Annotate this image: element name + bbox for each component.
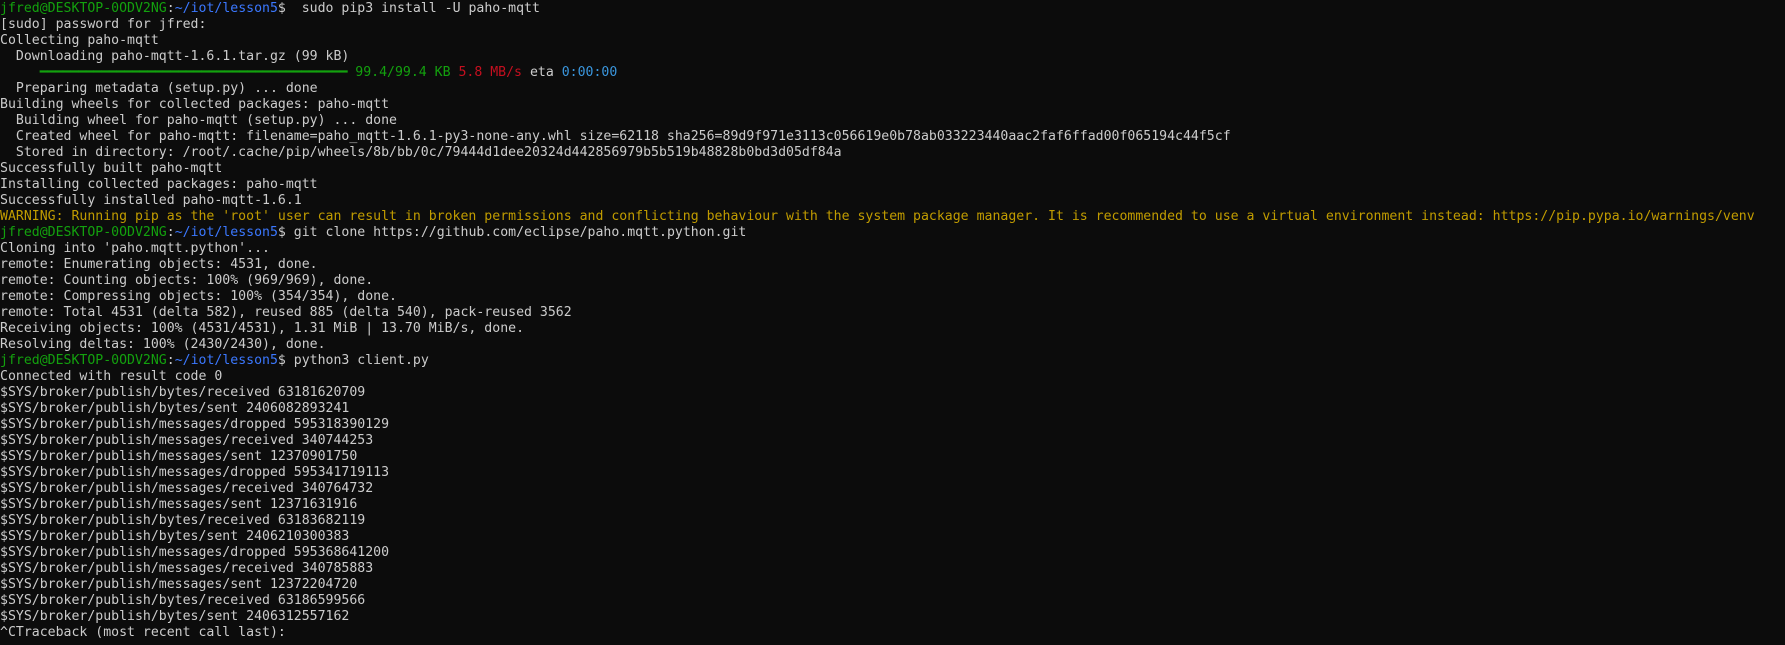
- terminal-text: $SYS/broker/publish/bytes/sent 240631255…: [0, 609, 350, 624]
- terminal-text: Resolving deltas: 100% (2430/2430), done…: [0, 337, 326, 352]
- terminal-line: Downloading paho-mqtt-1.6.1.tar.gz (99 k…: [0, 49, 1785, 65]
- terminal-line: jfred@DESKTOP-0ODV2NG:~/iot/lesson5$ git…: [0, 225, 1785, 241]
- terminal-text: $SYS/broker/publish/bytes/received 63183…: [0, 513, 366, 528]
- terminal-line: $SYS/broker/publish/messages/dropped 595…: [0, 545, 1785, 561]
- terminal-text: $SYS/broker/publish/messages/sent 123716…: [0, 497, 358, 512]
- terminal-line: Connected with result code 0: [0, 369, 1785, 385]
- terminal-text: Created wheel for paho-mqtt: filename=pa…: [0, 129, 1231, 144]
- terminal-text: $SYS/broker/publish/messages/dropped 595…: [0, 417, 390, 432]
- terminal-output[interactable]: jfred@DESKTOP-0ODV2NG:~/iot/lesson5$ sud…: [0, 0, 1785, 645]
- terminal-text: Connected with result code 0: [0, 369, 223, 384]
- prompt-user-host: jfred@DESKTOP-0ODV2NG: [0, 1, 167, 16]
- terminal-line: $SYS/broker/publish/messages/sent 123716…: [0, 497, 1785, 513]
- terminal-text: $SYS/broker/publish/bytes/sent 240608289…: [0, 401, 350, 416]
- prompt-path: ~/iot/lesson5: [174, 225, 278, 240]
- prompt-path: ~/iot/lesson5: [174, 353, 278, 368]
- terminal-text: Building wheels for collected packages: …: [0, 97, 390, 112]
- terminal-line: $SYS/broker/publish/bytes/sent 240631255…: [0, 609, 1785, 625]
- terminal-line: remote: Counting objects: 100% (969/969)…: [0, 273, 1785, 289]
- terminal-text: $SYS/broker/publish/messages/received 34…: [0, 481, 374, 496]
- terminal-text: $SYS/broker/publish/messages/dropped 595…: [0, 545, 390, 560]
- terminal-text: 99.4/99.4 KB: [355, 65, 451, 80]
- terminal-text: Installing collected packages: paho-mqtt: [0, 177, 318, 192]
- terminal-text: $ git clone https://github.com/eclipse/p…: [277, 225, 747, 240]
- terminal-line: Cloning into 'paho.mqtt.python'...: [0, 241, 1785, 257]
- terminal-text: :: [166, 1, 175, 16]
- terminal-line: [sudo] password for jfred:: [0, 17, 1785, 33]
- terminal-text: Cloning into 'paho.mqtt.python'...: [0, 241, 270, 256]
- terminal-text: $SYS/broker/publish/messages/received 34…: [0, 561, 374, 576]
- terminal-text: $SYS/broker/publish/bytes/received 63181…: [0, 385, 366, 400]
- terminal-line: $SYS/broker/publish/messages/dropped 595…: [0, 465, 1785, 481]
- warning-text: WARNING: Running pip as the 'root' user …: [0, 209, 1755, 224]
- terminal-text: Stored in directory: /root/.cache/pip/wh…: [0, 145, 842, 160]
- terminal-text: remote: Compressing objects: 100% (354/3…: [0, 289, 397, 304]
- terminal-line: remote: Total 4531 (delta 582), reused 8…: [0, 305, 1785, 321]
- terminal-line: Stored in directory: /root/.cache/pip/wh…: [0, 145, 1785, 161]
- terminal-text: $SYS/broker/publish/messages/received 34…: [0, 433, 374, 448]
- terminal-line: Resolving deltas: 100% (2430/2430), done…: [0, 337, 1785, 353]
- terminal-text: Building wheel for paho-mqtt (setup.py) …: [0, 113, 397, 128]
- terminal-text: [sudo] password for jfred:: [0, 17, 207, 32]
- terminal-text: remote: Enumerating objects: 4531, done.: [0, 257, 318, 272]
- terminal-line: Receiving objects: 100% (4531/4531), 1.3…: [0, 321, 1785, 337]
- terminal-text: Preparing metadata (setup.py) ... done: [0, 81, 318, 96]
- terminal-line: $SYS/broker/publish/messages/dropped 595…: [0, 417, 1785, 433]
- terminal-line: jfred@DESKTOP-0ODV2NG:~/iot/lesson5$ sud…: [0, 1, 1785, 17]
- terminal-line: ^CTraceback (most recent call last):: [0, 625, 1785, 641]
- terminal-line: Building wheels for collected packages: …: [0, 97, 1785, 113]
- terminal-text: $ python3 client.py: [277, 353, 429, 368]
- terminal-line: $SYS/broker/publish/bytes/sent 240621030…: [0, 529, 1785, 545]
- terminal-text: :: [166, 225, 175, 240]
- terminal-text: eta: [522, 65, 562, 80]
- terminal-text: Successfully built paho-mqtt: [0, 161, 223, 176]
- terminal-text: $ sudo pip3 install -U paho-mqtt: [277, 1, 540, 16]
- terminal-line: Collecting paho-mqtt: [0, 33, 1785, 49]
- terminal-text: Downloading paho-mqtt-1.6.1.tar.gz (99 k…: [0, 49, 350, 64]
- terminal-text: Collecting paho-mqtt: [0, 33, 159, 48]
- prompt-user-host: jfred@DESKTOP-0ODV2NG: [0, 225, 167, 240]
- terminal-line: $SYS/broker/publish/bytes/received 63181…: [0, 385, 1785, 401]
- terminal-line: remote: Compressing objects: 100% (354/3…: [0, 289, 1785, 305]
- terminal-line: $SYS/broker/publish/messages/sent 123722…: [0, 577, 1785, 593]
- terminal-line: jfred@DESKTOP-0ODV2NG:~/iot/lesson5$ pyt…: [0, 353, 1785, 369]
- terminal-text: remote: Counting objects: 100% (969/969)…: [0, 273, 374, 288]
- terminal-text: :: [166, 353, 175, 368]
- terminal-text: Successfully installed paho-mqtt-1.6.1: [0, 193, 302, 208]
- terminal-line: Building wheel for paho-mqtt (setup.py) …: [0, 113, 1785, 129]
- terminal-line: $SYS/broker/publish/messages/received 34…: [0, 481, 1785, 497]
- terminal-line: Successfully built paho-mqtt: [0, 161, 1785, 177]
- terminal-line: Successfully installed paho-mqtt-1.6.1: [0, 193, 1785, 209]
- terminal-text: $SYS/broker/publish/bytes/received 63186…: [0, 593, 366, 608]
- terminal-text: $SYS/broker/publish/bytes/sent 240621030…: [0, 529, 350, 544]
- terminal-line: $SYS/broker/publish/bytes/received 63183…: [0, 513, 1785, 529]
- terminal-text: $SYS/broker/publish/messages/sent 123722…: [0, 577, 358, 592]
- terminal-line: $SYS/broker/publish/messages/sent 123709…: [0, 449, 1785, 465]
- terminal-line: WARNING: Running pip as the 'root' user …: [0, 209, 1785, 225]
- terminal-line: Preparing metadata (setup.py) ... done: [0, 81, 1785, 97]
- prompt-user-host: jfred@DESKTOP-0ODV2NG: [0, 353, 167, 368]
- terminal-text: Receiving objects: 100% (4531/4531), 1.3…: [0, 321, 525, 336]
- terminal-text: $SYS/broker/publish/messages/dropped 595…: [0, 465, 390, 480]
- terminal-text: $SYS/broker/publish/messages/sent 123709…: [0, 449, 358, 464]
- terminal-line: $SYS/broker/publish/messages/received 34…: [0, 561, 1785, 577]
- terminal-line: $SYS/broker/publish/bytes/received 63186…: [0, 593, 1785, 609]
- terminal-text: 0:00:00: [561, 65, 618, 80]
- terminal-text: ^CTraceback (most recent call last):: [0, 625, 286, 640]
- terminal-line: ━━━━━━━━━━━━━━━━━━━━━━━━━━━━━━━━━━━━━━━━…: [0, 65, 1785, 81]
- download-progress-bar: ━━━━━━━━━━━━━━━━━━━━━━━━━━━━━━━━━━━━━━━━: [39, 65, 348, 80]
- terminal-line: Installing collected packages: paho-mqtt: [0, 177, 1785, 193]
- terminal-text: remote: Total 4531 (delta 582), reused 8…: [0, 305, 572, 320]
- terminal-line: remote: Enumerating objects: 4531, done.: [0, 257, 1785, 273]
- terminal-line: $SYS/broker/publish/bytes/sent 240608289…: [0, 401, 1785, 417]
- terminal-line: $SYS/broker/publish/messages/received 34…: [0, 433, 1785, 449]
- terminal-line: Created wheel for paho-mqtt: filename=pa…: [0, 129, 1785, 145]
- terminal-text: 5.8 MB/s: [458, 65, 523, 80]
- prompt-path: ~/iot/lesson5: [174, 1, 278, 16]
